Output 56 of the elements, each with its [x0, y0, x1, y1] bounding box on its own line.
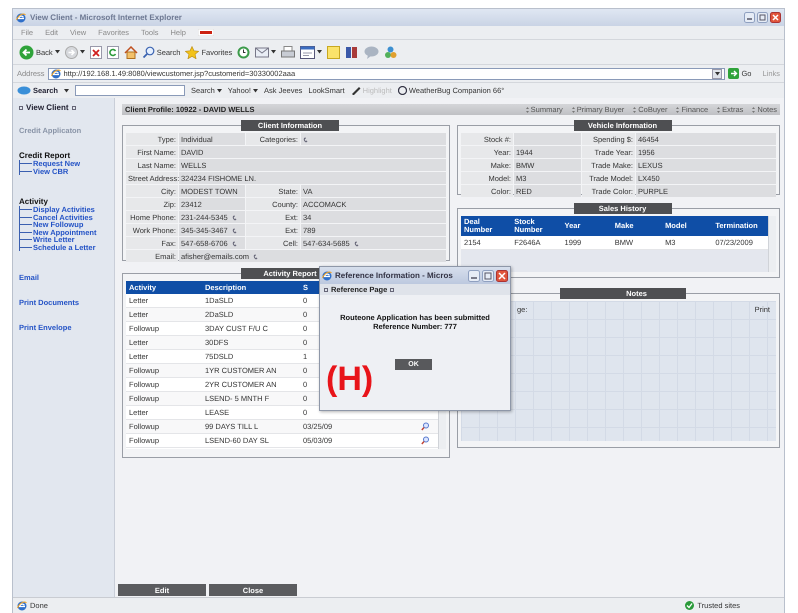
phone-icon — [354, 240, 361, 246]
caret-icon — [317, 50, 322, 54]
phone-icon — [253, 254, 260, 260]
arrows-icon — [752, 106, 756, 112]
highlighter-icon — [350, 86, 361, 95]
go-arrow-icon — [728, 68, 740, 79]
arrows-icon — [526, 106, 529, 112]
square-icon — [19, 106, 23, 110]
check-icon — [685, 601, 694, 610]
search-icon[interactable] — [142, 46, 155, 58]
search-icon — [421, 422, 429, 431]
arrows-icon — [717, 106, 720, 112]
arrows-icon — [633, 106, 636, 112]
history-icon[interactable] — [237, 46, 250, 58]
close-icon[interactable] — [496, 270, 508, 282]
book-icon[interactable] — [345, 46, 360, 58]
phone-icon — [303, 136, 310, 142]
scrollbar[interactable] — [768, 216, 776, 272]
search-icon — [421, 436, 429, 445]
maximize-icon[interactable] — [482, 270, 494, 282]
logo-icon — [198, 29, 214, 36]
mail-icon[interactable] — [255, 46, 270, 58]
caret-icon — [80, 50, 85, 54]
square-icon — [72, 106, 76, 110]
arrows-icon — [572, 106, 575, 112]
sidebar-heading: Activity — [19, 197, 49, 206]
page-icon[interactable] — [300, 46, 316, 58]
stop-icon[interactable] — [90, 46, 102, 58]
minimize-icon[interactable] — [744, 12, 755, 23]
refresh-icon[interactable] — [106, 46, 119, 58]
printer-icon[interactable] — [281, 46, 296, 58]
minimize-icon[interactable] — [468, 270, 480, 282]
browser-icon — [16, 12, 26, 22]
square-icon — [324, 288, 328, 292]
close-icon[interactable] — [770, 12, 781, 23]
caret-icon — [216, 88, 222, 92]
window-title: View Client - Microsoft Internet Explorer — [30, 13, 182, 22]
star-icon[interactable] — [185, 46, 200, 58]
search-field[interactable] — [75, 85, 186, 96]
caret-icon — [64, 88, 70, 92]
browser-icon — [322, 270, 332, 280]
caret-icon — [714, 72, 720, 76]
square-icon — [390, 288, 394, 292]
arrows-icon — [676, 106, 680, 112]
sidebar-title: View Client — [26, 103, 69, 112]
home-icon[interactable] — [124, 46, 138, 58]
browser-icon — [50, 68, 61, 78]
maximize-icon[interactable] — [757, 12, 768, 23]
browser-icon — [17, 600, 27, 610]
forward-arrow-icon[interactable] — [64, 46, 78, 58]
puzzle-icon[interactable] — [384, 46, 398, 58]
caret-icon — [253, 88, 258, 92]
cloud-icon — [17, 86, 31, 95]
caret-icon — [54, 50, 60, 54]
caret-icon — [271, 50, 276, 54]
sidebar-heading: Credit Report — [19, 151, 72, 160]
